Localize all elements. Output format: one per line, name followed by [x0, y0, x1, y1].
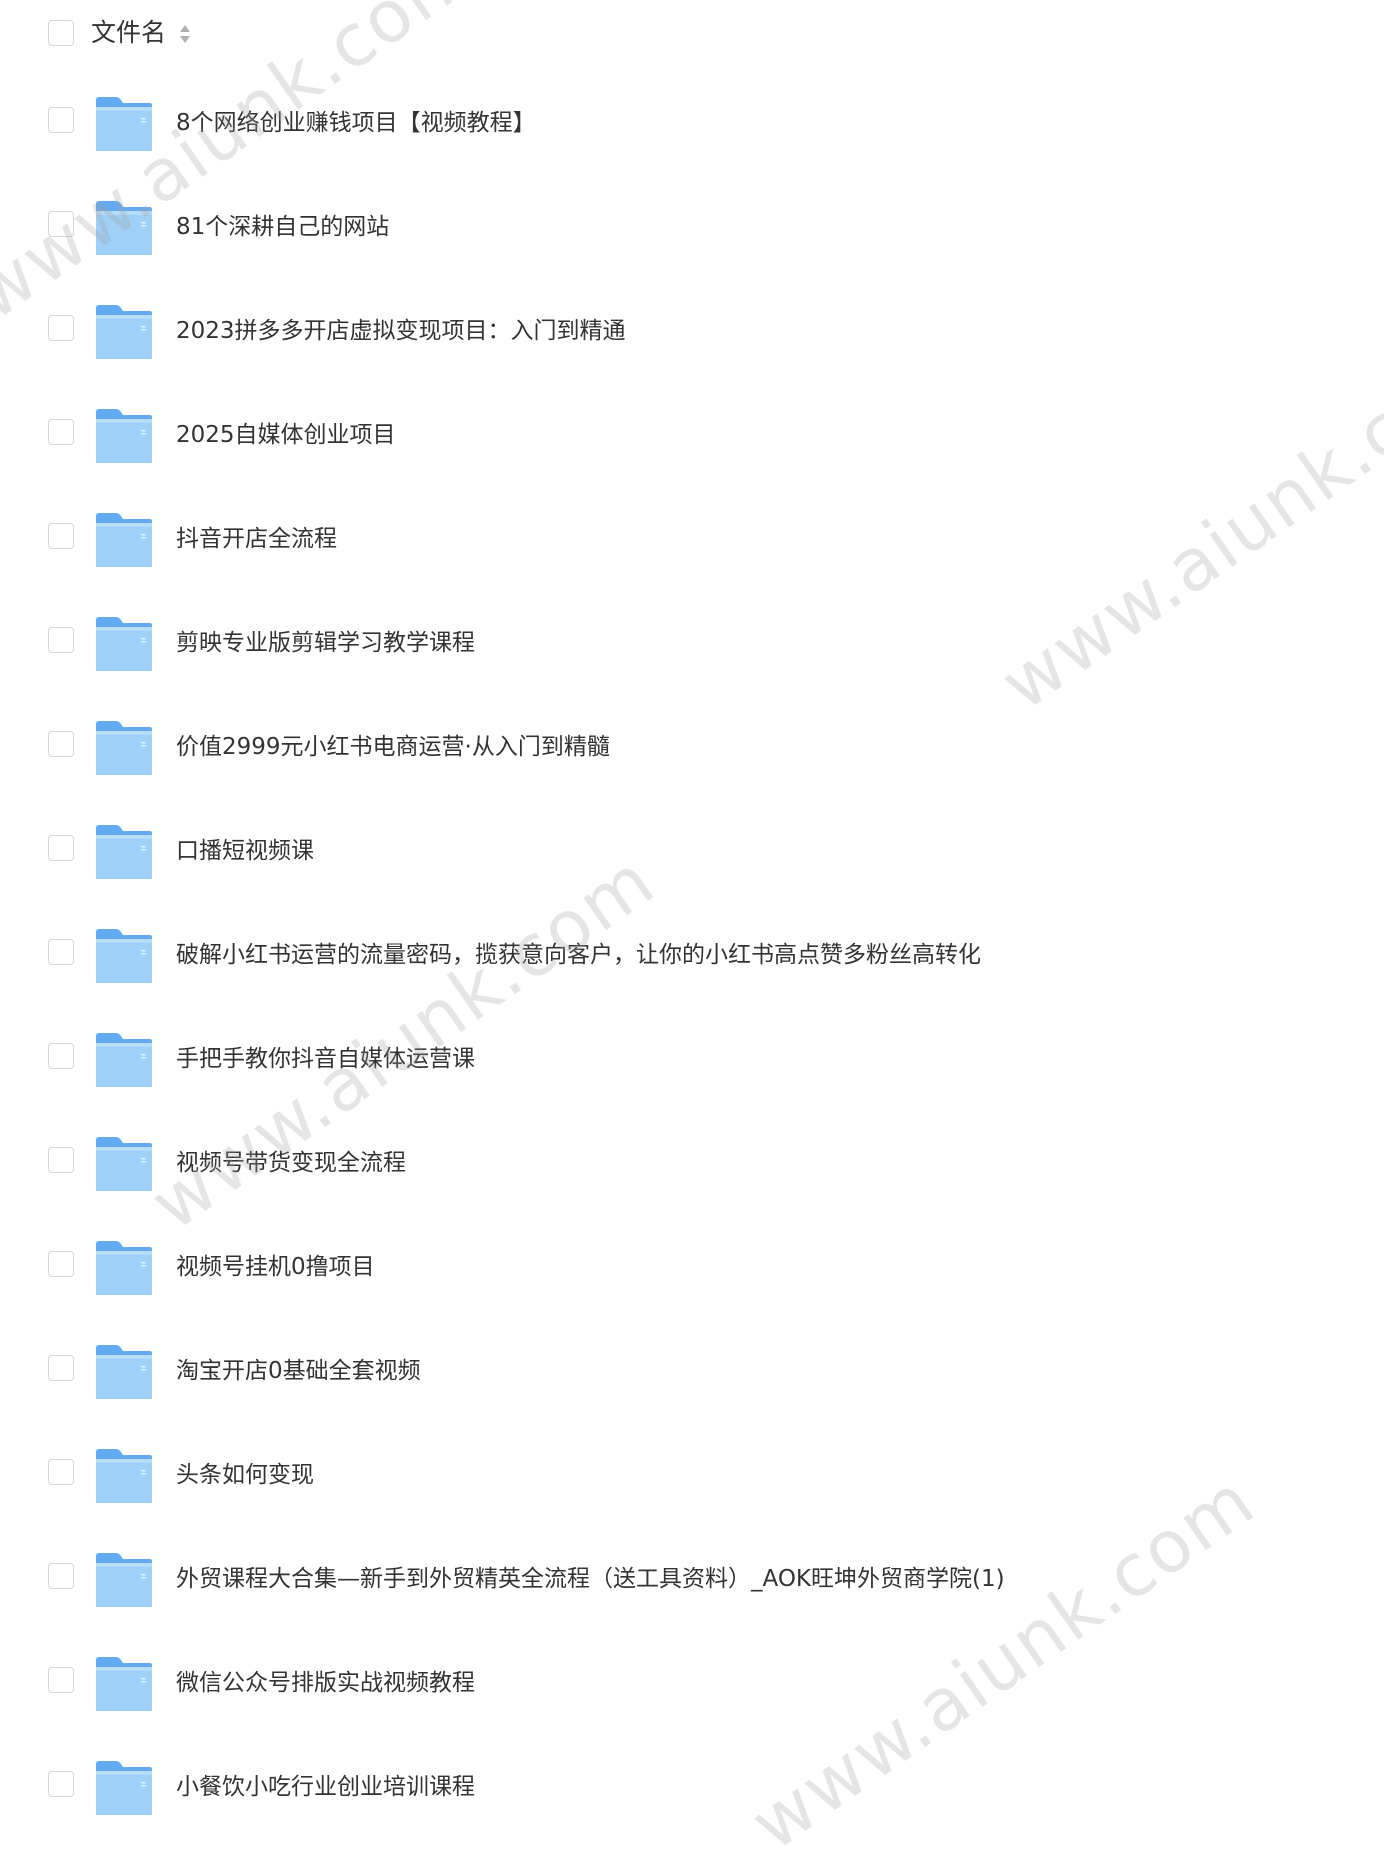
file-row[interactable]: 微信公众号排版实战视频教程 [0, 1636, 1384, 1740]
row-checkbox[interactable] [48, 1459, 74, 1485]
file-name[interactable]: 外贸课程大合集—新手到外贸精英全流程（送工具资料）_AOK旺坤外贸商学院(1) [176, 1562, 1005, 1596]
folder-icon [96, 721, 152, 775]
folder-icon [96, 825, 152, 879]
row-checkbox[interactable] [48, 627, 74, 653]
file-row[interactable]: 抖音开店全流程 [0, 492, 1384, 596]
row-checkbox[interactable] [48, 107, 74, 133]
file-row[interactable]: 外贸课程大合集—新手到外贸精英全流程（送工具资料）_AOK旺坤外贸商学院(1) [0, 1532, 1384, 1636]
file-name[interactable]: 2025自媒体创业项目 [176, 418, 396, 452]
file-name[interactable]: 微信公众号排版实战视频教程 [176, 1666, 475, 1700]
row-checkbox[interactable] [48, 731, 74, 757]
file-name[interactable]: 价值2999元小红书电商运营·从入门到精髓 [176, 730, 610, 764]
file-name[interactable]: 视频号挂机0撸项目 [176, 1250, 375, 1284]
file-row[interactable]: 8个网络创业赚钱项目【视频教程】 [0, 76, 1384, 180]
folder-icon [96, 1137, 152, 1191]
folder-icon [96, 305, 152, 359]
folder-icon [96, 1033, 152, 1087]
row-checkbox[interactable] [48, 1147, 74, 1173]
file-row[interactable]: 视频号带货变现全流程 [0, 1116, 1384, 1220]
folder-icon [96, 513, 152, 567]
folder-icon [96, 1657, 152, 1711]
file-row[interactable]: 破解小红书运营的流量密码，揽获意向客户，让你的小红书高点赞多粉丝高转化 [0, 908, 1384, 1012]
folder-icon [96, 1345, 152, 1399]
file-name[interactable]: 手把手教你抖音自媒体运营课 [176, 1042, 475, 1076]
file-row[interactable]: 剪映专业版剪辑学习教学课程 [0, 596, 1384, 700]
row-checkbox[interactable] [48, 939, 74, 965]
row-checkbox[interactable] [48, 419, 74, 445]
file-name[interactable]: 81个深耕自己的网站 [176, 210, 389, 244]
file-row[interactable]: 2025自媒体创业项目 [0, 388, 1384, 492]
row-checkbox[interactable] [48, 1667, 74, 1693]
file-name[interactable]: 破解小红书运营的流量密码，揽获意向客户，让你的小红书高点赞多粉丝高转化 [176, 938, 981, 972]
file-name[interactable]: 淘宝开店0基础全套视频 [176, 1354, 421, 1388]
folder-icon [96, 201, 152, 255]
folder-icon [96, 1761, 152, 1815]
file-row[interactable]: 口播短视频课 [0, 804, 1384, 908]
file-name[interactable]: 头条如何变现 [176, 1458, 314, 1492]
file-row[interactable]: 2023拼多多开店虚拟变现项目：入门到精通 [0, 284, 1384, 388]
row-checkbox[interactable] [48, 315, 74, 341]
select-all-checkbox[interactable] [48, 20, 74, 46]
row-checkbox[interactable] [48, 835, 74, 861]
folder-icon [96, 1553, 152, 1607]
row-checkbox[interactable] [48, 1771, 74, 1797]
file-name[interactable]: 小餐饮小吃行业创业培训课程 [176, 1770, 475, 1804]
file-name[interactable]: 口播短视频课 [176, 834, 314, 868]
file-row[interactable]: 头条如何变现 [0, 1428, 1384, 1532]
file-name[interactable]: 剪映专业版剪辑学习教学课程 [176, 626, 475, 660]
folder-icon [96, 409, 152, 463]
folder-icon [96, 1449, 152, 1503]
folder-icon [96, 97, 152, 151]
file-row[interactable]: 价值2999元小红书电商运营·从入门到精髓 [0, 700, 1384, 804]
file-row[interactable]: 淘宝开店0基础全套视频 [0, 1324, 1384, 1428]
row-checkbox[interactable] [48, 523, 74, 549]
file-list-header: 文件名 [0, 0, 1384, 66]
file-name[interactable]: 2023拼多多开店虚拟变现项目：入门到精通 [176, 314, 626, 348]
row-checkbox[interactable] [48, 211, 74, 237]
folder-icon [96, 617, 152, 671]
file-name[interactable]: 抖音开店全流程 [176, 522, 337, 556]
row-checkbox[interactable] [48, 1043, 74, 1069]
row-checkbox[interactable] [48, 1563, 74, 1589]
filename-column-header[interactable]: 文件名 [91, 16, 166, 50]
folder-icon [96, 1241, 152, 1295]
file-row[interactable]: 手把手教你抖音自媒体运营课 [0, 1012, 1384, 1116]
folder-icon [96, 929, 152, 983]
file-row[interactable]: 视频号挂机0撸项目 [0, 1220, 1384, 1324]
file-name[interactable]: 8个网络创业赚钱项目【视频教程】 [176, 106, 536, 140]
sort-icon[interactable] [178, 22, 192, 46]
row-checkbox[interactable] [48, 1251, 74, 1277]
row-checkbox[interactable] [48, 1355, 74, 1381]
file-row[interactable]: 小餐饮小吃行业创业培训课程 [0, 1740, 1384, 1844]
file-row[interactable]: 81个深耕自己的网站 [0, 180, 1384, 284]
file-name[interactable]: 视频号带货变现全流程 [176, 1146, 406, 1180]
